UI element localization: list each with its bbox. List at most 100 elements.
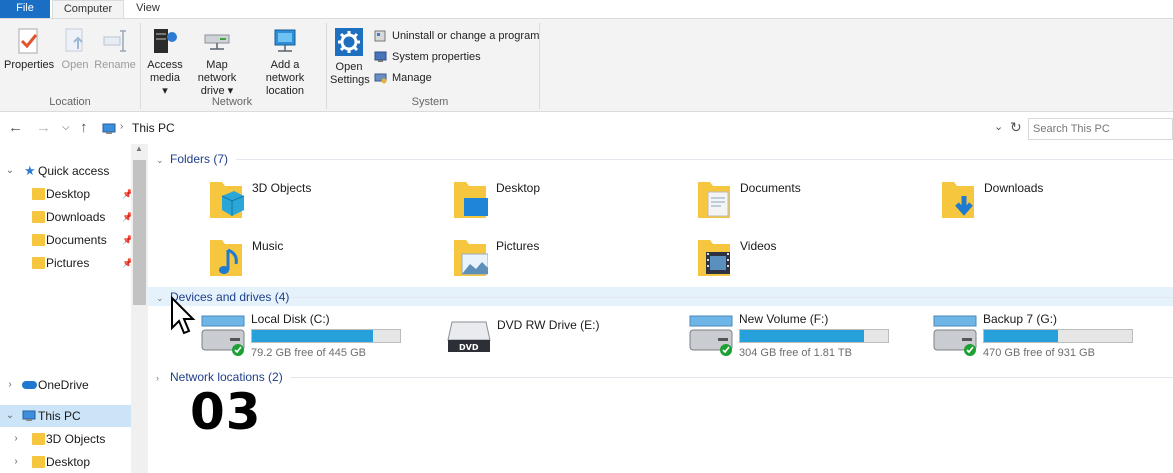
hard-drive-icon (933, 315, 977, 356)
nav-desktop-pc[interactable]: › Desktop (10, 451, 130, 473)
nav-this-pc[interactable]: ⌄ This PC (0, 405, 131, 427)
group-label-network: Network (211, 96, 253, 108)
nav-quick-access[interactable]: ⌄ ★ Quick access (4, 160, 130, 182)
recent-locations-chevron-icon[interactable]: ⌵ (62, 122, 70, 133)
group-label-location: Location (49, 96, 91, 108)
expanded-chevron-icon[interactable]: ⌄ (4, 405, 16, 427)
collapsed-chevron-icon[interactable]: › (10, 451, 22, 473)
section-folders-label: Folders (7) (170, 152, 229, 166)
add-location-label: Add a network location (265, 59, 305, 97)
nav-pictures[interactable]: Pictures 📌 (4, 252, 133, 274)
drive-dvd-e[interactable]: DVD DVD RW Drive (E:) (446, 310, 656, 362)
breadcrumb-chevron-icon[interactable]: › (120, 121, 123, 132)
open-button[interactable]: Open (58, 27, 92, 72)
folder-icon (32, 188, 45, 200)
3d-objects-folder-icon (210, 182, 244, 218)
nav-desktop[interactable]: Desktop 📌 (4, 183, 133, 205)
downloads-folder-icon (942, 182, 974, 218)
folder-label: Downloads (984, 181, 1044, 195)
this-pc-icon (102, 123, 116, 134)
collapsed-chevron-icon: › (156, 373, 159, 383)
address-dropdown-chevron-icon[interactable]: ⌄ (994, 120, 1003, 133)
nav-onedrive-label: OneDrive (38, 378, 89, 392)
mouse-cursor-icon (171, 296, 196, 335)
nav-onedrive[interactable]: › OneDrive (4, 374, 130, 396)
folder-downloads[interactable]: Downloads (940, 178, 1160, 226)
tab-file[interactable]: File (0, 0, 50, 18)
nav-3d-objects[interactable]: › 3D Objects (10, 428, 130, 450)
drive-usage-bar (739, 329, 889, 343)
drive-label: Local Disk (C:) (251, 312, 330, 326)
manage-button[interactable]: Manage (374, 70, 432, 86)
refresh-icon[interactable]: ↻ (1010, 119, 1022, 136)
map-network-drive-button[interactable]: Map network drive ▾ (186, 27, 248, 98)
uninstall-icon (374, 30, 386, 42)
breadcrumb-this-pc[interactable]: This PC (132, 121, 175, 135)
drive-usage-bar (251, 329, 401, 343)
pictures-folder-icon (454, 240, 488, 276)
section-folders-header[interactable]: ⌄ Folders (7) (156, 150, 228, 168)
folder-pictures[interactable]: Pictures (452, 236, 672, 284)
uninstall-program-button[interactable]: Uninstall or change a program (374, 28, 539, 44)
collapsed-chevron-icon[interactable]: › (10, 428, 22, 450)
navigation-pane: ⌄ ★ Quick access Desktop 📌 Downloads 📌 D… (0, 144, 148, 473)
svg-text:DVD: DVD (459, 343, 479, 352)
address-box[interactable]: › This PC ⌄ (102, 118, 1006, 140)
folder-label: Desktop (496, 181, 541, 195)
ribbon-separator (326, 23, 327, 109)
access-media-button[interactable]: Access media ▾ (144, 27, 186, 98)
folder-label: Music (252, 239, 284, 253)
drive-new-volume-f[interactable]: New Volume (F:) 304 GB free of 1.81 TB (688, 310, 898, 362)
folder-documents[interactable]: Documents (696, 178, 916, 226)
nav-scrollbar[interactable]: ▲ (131, 144, 148, 473)
system-properties-icon (374, 51, 387, 62)
tab-view[interactable]: View (128, 0, 168, 18)
nav-desktop-pc-label: Desktop (46, 455, 91, 469)
section-network-label: Network locations (2) (170, 370, 283, 384)
nav-scrollbar-thumb[interactable] (133, 160, 146, 305)
hard-drive-icon (201, 315, 245, 356)
tab-computer[interactable]: Computer (52, 0, 124, 18)
forward-arrow-icon[interactable]: → (36, 119, 51, 136)
map-drive-label: Map network drive ▾ (197, 59, 237, 97)
search-input[interactable]: Search This PC (1028, 118, 1173, 140)
system-properties-button[interactable]: System properties (374, 49, 481, 65)
collapsed-chevron-icon[interactable]: › (4, 374, 16, 396)
folder-videos[interactable]: Videos (696, 236, 916, 284)
drive-usage-bar (983, 329, 1133, 343)
expanded-chevron-icon[interactable]: ⌄ (4, 160, 16, 182)
nav-documents[interactable]: Documents 📌 (4, 229, 133, 251)
folder-label: Documents (740, 181, 801, 195)
nav-downloads[interactable]: Downloads 📌 (4, 206, 133, 228)
ribbon: Properties Open Rename Location Access m… (0, 18, 1173, 112)
rename-button[interactable]: Rename (94, 27, 136, 72)
ribbon-tab-bar: File Computer View (0, 0, 1173, 18)
3d-objects-folder-icon (32, 433, 45, 445)
folder-label: 3D Objects (252, 181, 312, 195)
section-divider (236, 159, 1173, 160)
drive-local-disk-c[interactable]: Local Disk (C:) 79.2 GB free of 445 GB (200, 310, 410, 362)
rename-icon (103, 30, 126, 52)
folder-desktop[interactable]: Desktop (452, 178, 672, 226)
nav-downloads-label: Downloads (46, 210, 106, 224)
up-arrow-icon[interactable]: ↑ (80, 119, 88, 136)
scroll-up-icon[interactable]: ▲ (135, 144, 143, 153)
add-network-location-button[interactable]: Add a network location (250, 27, 320, 98)
open-settings-button[interactable]: Open Settings (330, 27, 370, 87)
drive-label: New Volume (F:) (739, 312, 829, 326)
drive-free-space: 470 GB free of 931 GB (983, 347, 1095, 359)
drive-label: DVD RW Drive (E:) (497, 318, 600, 332)
section-divider (290, 377, 1173, 378)
nav-this-pc-label: This PC (38, 409, 81, 423)
properties-icon (18, 28, 38, 54)
drive-label: Backup 7 (G:) (983, 312, 1058, 326)
back-arrow-icon[interactable]: ← (8, 119, 23, 136)
properties-button[interactable]: Properties (4, 27, 54, 72)
gear-icon (335, 28, 363, 56)
nav-pictures-label: Pictures (46, 256, 90, 270)
folder-music[interactable]: Music (208, 236, 428, 284)
folder-3d-objects[interactable]: 3D Objects (208, 178, 428, 226)
manage-icon (374, 73, 387, 84)
videos-folder-icon (698, 240, 730, 276)
drive-backup-g[interactable]: Backup 7 (G:) 470 GB free of 931 GB (932, 310, 1142, 362)
